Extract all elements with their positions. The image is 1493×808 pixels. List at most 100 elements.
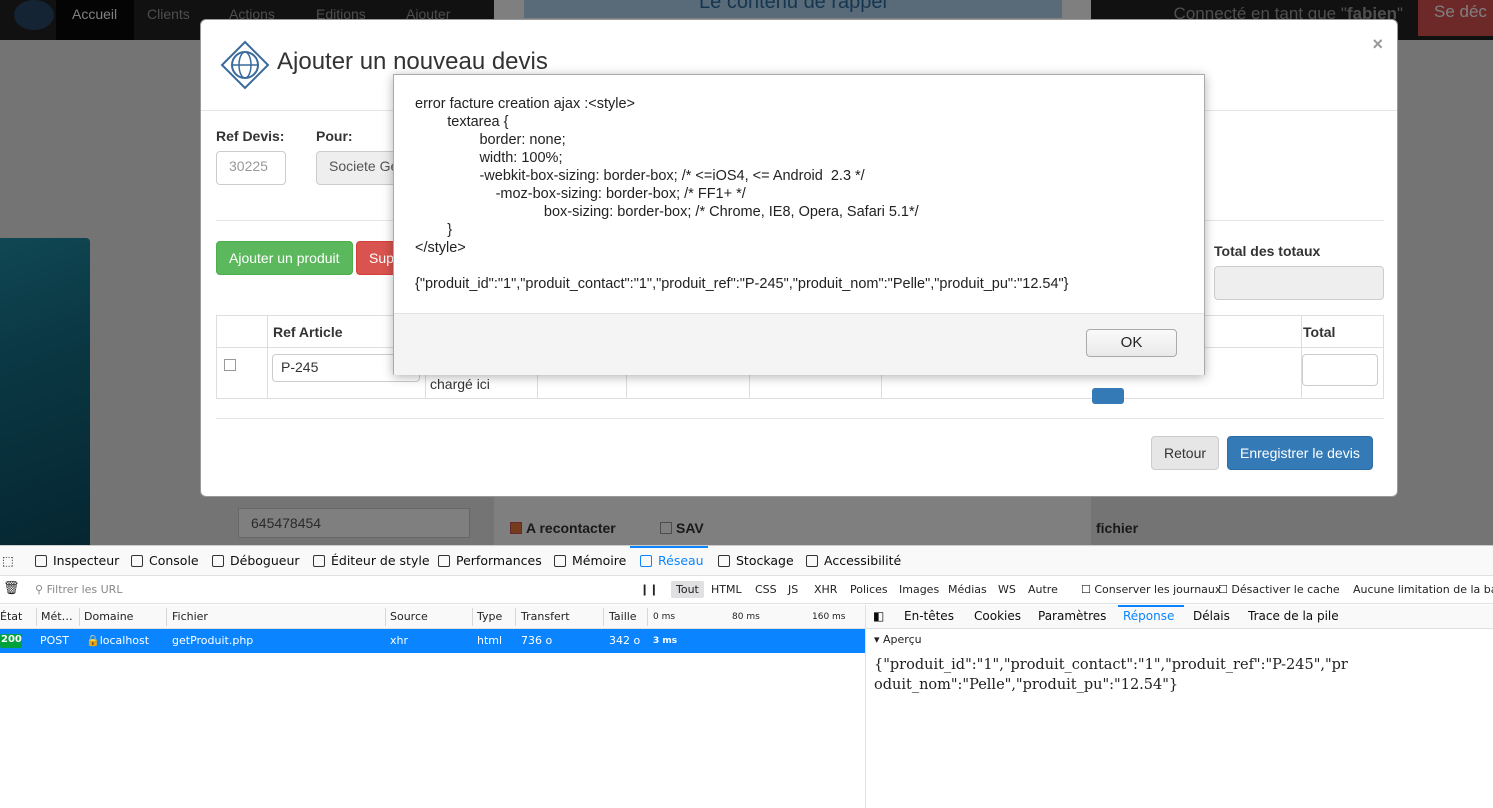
alert-message: error facture creation ajax :<style> tex… [415, 96, 1069, 292]
add-product-button[interactable]: Ajouter un produit [216, 241, 353, 275]
tab-debogueur[interactable]: Débogueur [212, 553, 300, 568]
table-col-divider [267, 316, 268, 398]
filter-all[interactable]: Tout [671, 581, 704, 598]
filter-other[interactable]: Autre [1028, 583, 1058, 596]
request-transfer: 736 o [521, 634, 553, 647]
ref-devis-input[interactable]: 30225 [216, 151, 286, 185]
filter-url-input[interactable]: ⚲ Filtrer les URL [35, 583, 122, 596]
inspector-icon [35, 555, 47, 567]
calendar-icon[interactable] [1092, 388, 1124, 404]
tab-performances[interactable]: Performances [438, 553, 542, 568]
console-icon [131, 555, 143, 567]
filter-xhr[interactable]: XHR [814, 583, 837, 596]
devtools-panel: ⬚ Inspecteur Console Débogueur Éditeur d… [0, 545, 1493, 808]
request-file: getProduit.php [172, 634, 254, 647]
tab-accessibilite[interactable]: Accessibilité [806, 553, 901, 568]
tab-cookies[interactable]: Cookies [974, 609, 1021, 623]
tab-inspecteur[interactable]: Inspecteur [35, 553, 119, 568]
filter-images[interactable]: Images [899, 583, 939, 596]
col-file[interactable]: Fichier [172, 610, 208, 623]
save-devis-button[interactable]: Enregistrer le devis [1227, 436, 1373, 470]
request-source: xhr [390, 634, 409, 647]
request-row[interactable]: 200 POST 🔒localhost getProduit.php xhr h… [0, 629, 865, 653]
tab-console[interactable]: Console [131, 553, 199, 568]
persist-logs-checkbox[interactable]: ☐ Conserver les journaux [1081, 583, 1221, 596]
active-detail-tab-indicator [1118, 605, 1184, 607]
column-separator [515, 608, 516, 626]
request-size: 342 o [609, 634, 641, 647]
timeline-0ms: 0 ms [653, 612, 676, 622]
disable-cache-checkbox[interactable]: ☐ Désactiver le cache [1218, 583, 1340, 596]
col-domain[interactable]: Domaine [84, 610, 133, 623]
trash-icon[interactable]: 🗑 [3, 581, 20, 596]
column-separator [647, 608, 648, 626]
filter-ws[interactable]: WS [998, 583, 1016, 596]
col-method[interactable]: Mét… [41, 610, 73, 623]
modal-title: Ajouter un nouveau devis [277, 48, 548, 75]
tab-response[interactable]: Réponse [1123, 609, 1174, 623]
loaded-text: chargé ici [430, 376, 490, 392]
details-tabbar: ◧ En-têtes Cookies Paramètres Réponse Dé… [866, 605, 1493, 629]
col-status[interactable]: État [0, 610, 22, 623]
col-total: Total [1303, 324, 1336, 340]
close-icon[interactable]: × [1372, 34, 1383, 55]
triangle-down-icon: ▾ [874, 633, 880, 646]
ref-devis-label: Ref Devis: [216, 128, 285, 144]
request-details-panel: ◧ En-têtes Cookies Paramètres Réponse Dé… [865, 605, 1493, 808]
tab-stockage[interactable]: Stockage [718, 553, 794, 568]
error-alert-dialog: error facture creation ajax :<style> tex… [393, 74, 1205, 375]
alert-footer: OK [394, 313, 1204, 375]
col-source[interactable]: Source [390, 610, 428, 623]
filter-media[interactable]: Médias [948, 583, 987, 596]
web-page: Accueil Clients Actions Editions Ajouter… [0, 0, 1493, 545]
accessibility-icon [806, 555, 818, 567]
element-picker-icon[interactable]: ⬚ [2, 553, 14, 568]
style-editor-icon [313, 555, 325, 567]
tab-style-editor[interactable]: Éditeur de style [313, 553, 430, 568]
column-separator [166, 608, 167, 626]
col-size[interactable]: Taille [609, 610, 637, 623]
debugger-icon [212, 555, 224, 567]
filter-html[interactable]: HTML [711, 583, 742, 596]
row-checkbox[interactable] [224, 359, 236, 371]
request-timing: 3 ms [653, 636, 678, 646]
timeline-160ms: 160 ms [812, 612, 846, 622]
column-separator [472, 608, 473, 626]
active-tab-indicator [630, 546, 708, 548]
devtools-tabbar: ⬚ Inspecteur Console Débogueur Éditeur d… [0, 546, 1493, 576]
tab-timings[interactable]: Délais [1193, 609, 1230, 623]
tab-stack-trace[interactable]: Trace de la pile [1248, 609, 1339, 623]
memory-icon [554, 555, 566, 567]
timeline-80ms: 80 ms [732, 612, 760, 622]
request-method: POST [40, 634, 69, 647]
response-preview: {"produit_id":"1","produit_contact":"1",… [874, 657, 1348, 693]
tab-memoire[interactable]: Mémoire [554, 553, 626, 568]
filter-fonts[interactable]: Polices [850, 583, 888, 596]
apercu-section-toggle[interactable]: ▾ Aperçu [874, 633, 922, 646]
filter-css[interactable]: CSS [755, 583, 777, 596]
ok-button[interactable]: OK [1086, 329, 1177, 357]
tab-reseau[interactable]: Réseau [640, 553, 704, 568]
toggle-sidebar-icon[interactable]: ◧ [873, 609, 884, 623]
footer-divider [216, 418, 1384, 419]
delete-product-button[interactable]: Sup [356, 241, 396, 275]
pour-label: Pour: [316, 128, 353, 144]
tab-headers[interactable]: En-têtes [904, 609, 954, 623]
network-icon [640, 555, 652, 567]
column-separator [385, 608, 386, 626]
lock-icon: 🔒 [86, 634, 100, 647]
col-transfer[interactable]: Transfert [521, 610, 570, 623]
retour-button[interactable]: Retour [1151, 436, 1220, 470]
throttling-select[interactable]: Aucune limitation de la band [1353, 583, 1493, 596]
column-separator [79, 608, 80, 626]
total-stepper[interactable] [1302, 354, 1378, 386]
column-separator [603, 608, 604, 626]
company-logo-icon [220, 40, 270, 90]
col-type[interactable]: Type [477, 610, 502, 623]
tab-params[interactable]: Paramètres [1038, 609, 1106, 623]
request-type: html [477, 634, 503, 647]
pause-icon[interactable]: ❙❙ [640, 583, 658, 596]
request-domain: 🔒localhost [86, 634, 150, 647]
filter-js[interactable]: JS [788, 583, 798, 596]
requests-table-header: État Mét… Domaine Fichier Source Type Tr… [0, 605, 865, 629]
